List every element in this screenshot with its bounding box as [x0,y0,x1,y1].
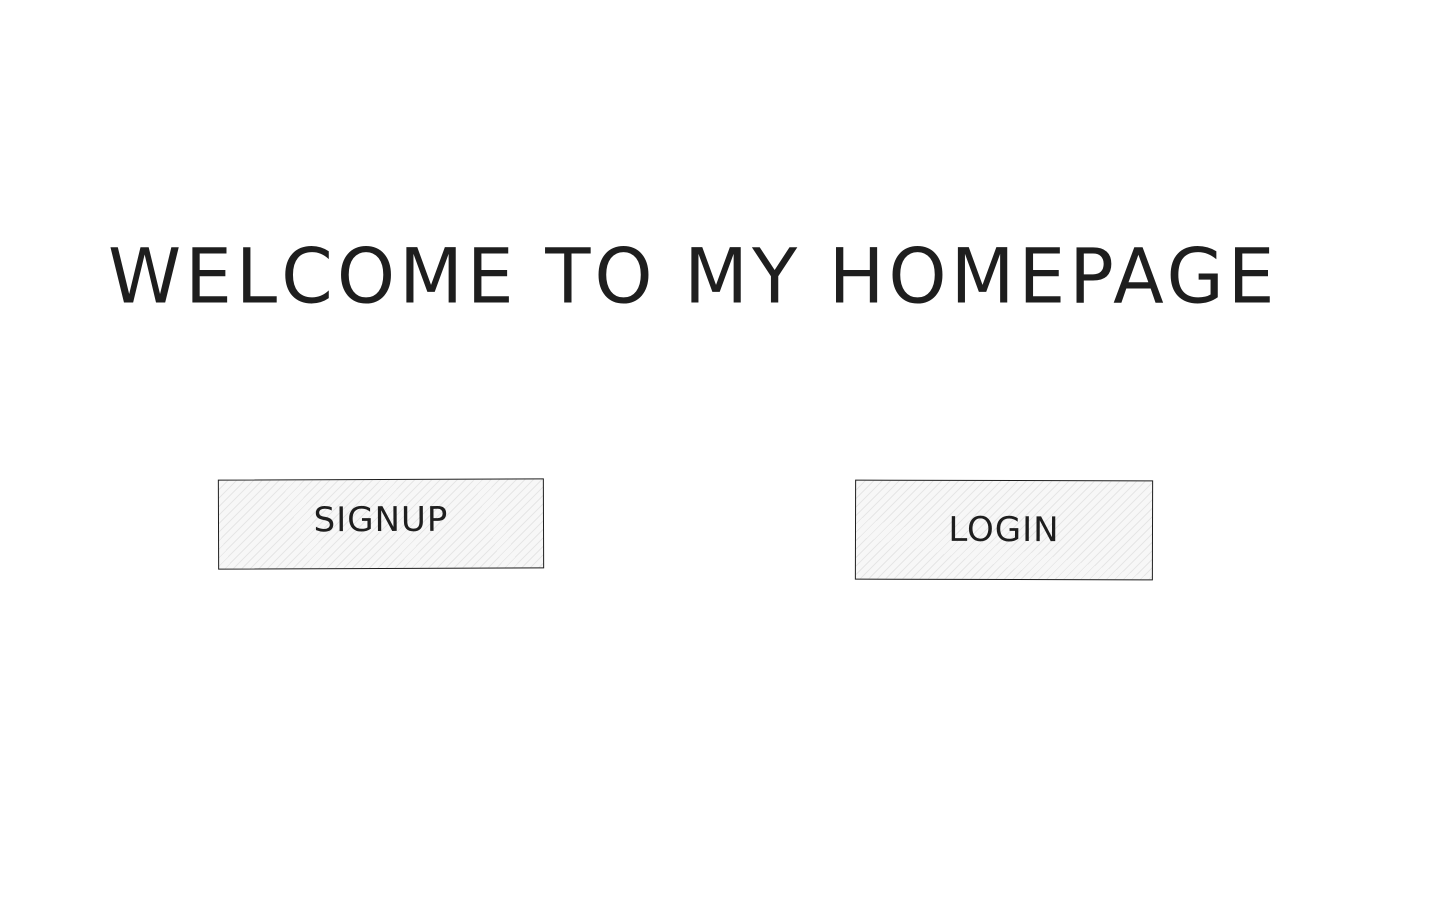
signup-button-label: SIGNUP [313,499,449,541]
login-button-label: LOGIN [948,509,1060,551]
login-button[interactable]: LOGIN [854,479,1154,581]
homepage: WELCOME TO MY HOMEPAGE SIGNUP LOGIN [0,0,1440,900]
page-title: WELCOME TO MY HOMEPAGE [108,233,1279,321]
signup-button[interactable]: SIGNUP [217,478,545,570]
